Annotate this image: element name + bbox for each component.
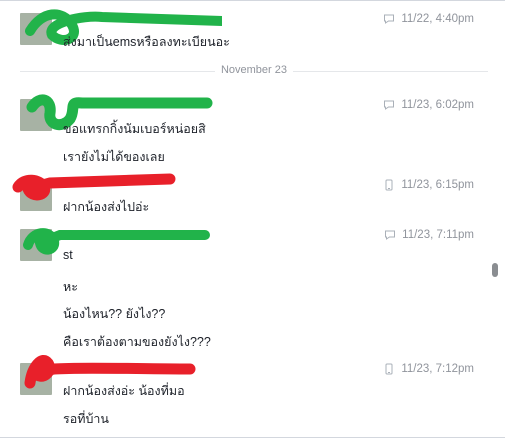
message-timestamp: 11/23, 7:11pm: [384, 229, 474, 241]
conversation-panel: 11/22, 4:40pm ส่งมาเป็นemsหรือลงทะเบียนอ…: [0, 0, 505, 438]
chat-bubble-icon: [385, 230, 396, 240]
message-text: ฝากน้องส่งไปอ่ะ: [63, 200, 150, 214]
message-text: st: [63, 248, 73, 262]
message-text: น้องไหน?? ยังไง??: [63, 307, 166, 321]
message-list: 11/22, 4:40pm ส่งมาเป็นemsหรือลงทะเบียนอ…: [0, 1, 490, 439]
message-text: รอที่บ้าน: [63, 412, 109, 426]
mobile-phone-icon: [385, 363, 393, 375]
message-timestamp: 11/23, 6:02pm: [383, 99, 474, 111]
chat-bubble-icon: [384, 100, 395, 110]
message-text: ขอแทรกกิ้งนัมเบอร์หน่อยสิ: [63, 122, 206, 136]
date-divider-label: November 23: [0, 64, 505, 76]
message-timestamp: 11/23, 7:12pm: [383, 363, 474, 375]
message-timestamp: 11/22, 4:40pm: [383, 13, 474, 25]
mobile-phone-icon: [385, 179, 393, 191]
message-text: ส่งมาเป็นemsหรือลงทะเบียนอะ: [63, 35, 230, 49]
message-text: เรายังไม่ได้ของเลย: [63, 150, 165, 164]
scrollbar[interactable]: [491, 1, 499, 439]
redaction-scribble: [23, 228, 210, 255]
message-timestamp: 11/23, 6:15pm: [383, 179, 474, 191]
message-text: หะ: [63, 280, 78, 294]
message-text: ฝากน้องส่งอ่ะ น้องที่มอ: [63, 384, 185, 398]
scrollbar-thumb[interactable]: [492, 263, 498, 277]
chat-bubble-icon: [384, 14, 395, 24]
